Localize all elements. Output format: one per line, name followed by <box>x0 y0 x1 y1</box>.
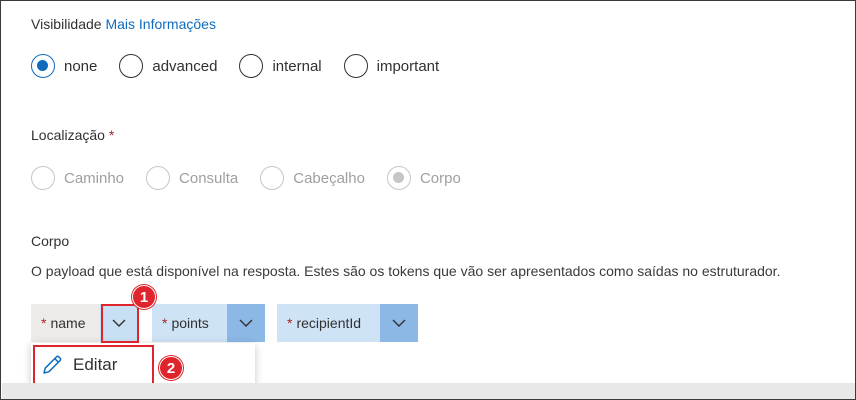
step1-badge: 1 <box>132 285 156 309</box>
chevron-down-icon <box>392 319 406 327</box>
radio-label: Cabeçalho <box>293 169 365 187</box>
token-recipientid[interactable]: * recipientId <box>277 304 418 342</box>
required-mark: * <box>41 315 47 331</box>
token-name[interactable]: * name <box>31 304 138 342</box>
radio-circle <box>386 166 411 190</box>
radio-label: Consulta <box>179 169 239 187</box>
radio-circle[interactable] <box>119 54 144 78</box>
token-dropdown-button[interactable] <box>100 304 138 342</box>
radio-internal[interactable]: internal <box>239 54 322 78</box>
radio-label: none <box>64 57 98 75</box>
radio-none[interactable]: none <box>31 54 97 78</box>
radio-circle[interactable] <box>31 54 55 78</box>
pencil-icon <box>41 354 63 376</box>
required-mark: * <box>162 315 168 331</box>
chevron-down-icon <box>112 319 126 327</box>
radio-cabecalho: Cabeçalho <box>260 166 365 190</box>
bottom-scroll-strip <box>2 383 855 399</box>
body-label: Corpo <box>31 233 70 249</box>
visibility-label-text: Visibilidade <box>31 16 102 32</box>
step2-badge: 2 <box>159 356 183 380</box>
radio-circle[interactable] <box>239 54 264 78</box>
more-info-link[interactable]: Mais Informações <box>105 16 215 32</box>
radio-caminho: Caminho <box>31 166 124 190</box>
token-label: * name <box>31 304 100 342</box>
token-dropdown-button[interactable] <box>227 304 265 342</box>
radio-label: Corpo <box>419 169 461 187</box>
token-dropdown-button[interactable] <box>380 304 418 342</box>
radio-circle <box>146 166 171 190</box>
menu-item-label: Editar <box>73 355 118 374</box>
token-label-text: points <box>171 315 209 331</box>
token-label: * recipientId <box>277 304 380 342</box>
page-frame: Visibilidade Mais Informações none advan… <box>0 0 856 400</box>
radio-consulta: Consulta <box>146 166 238 190</box>
radio-important[interactable]: important <box>343 54 440 78</box>
radio-label: advanced <box>152 57 218 75</box>
radio-label: internal <box>272 57 322 75</box>
radio-label: Caminho <box>64 169 125 187</box>
radio-circle[interactable] <box>343 54 368 78</box>
token-label: * points <box>152 304 227 342</box>
location-label-text: Localização <box>31 127 105 143</box>
location-radio-group: Caminho Consulta Cabeçalho Corpo <box>31 166 483 190</box>
radio-circle <box>31 166 55 190</box>
chevron-down-icon <box>239 319 253 327</box>
radio-label: important <box>376 57 440 75</box>
required-mark: * <box>108 127 115 143</box>
body-description: O payload que está disponível na respost… <box>31 263 781 279</box>
required-mark: * <box>287 315 293 331</box>
visibility-radio-group: none advanced internal important <box>31 54 461 78</box>
token-points[interactable]: * points <box>152 304 265 342</box>
location-label: Localização * <box>31 127 114 143</box>
token-context-menu: Editar <box>31 343 255 387</box>
token-label-text: name <box>50 315 86 331</box>
token-label-text: recipientId <box>296 315 362 331</box>
visibility-label: Visibilidade Mais Informações <box>31 16 216 32</box>
radio-corpo: Corpo <box>386 166 461 190</box>
radio-advanced[interactable]: advanced <box>119 54 217 78</box>
menu-item-edit[interactable]: Editar <box>35 345 153 385</box>
radio-circle <box>260 166 285 190</box>
